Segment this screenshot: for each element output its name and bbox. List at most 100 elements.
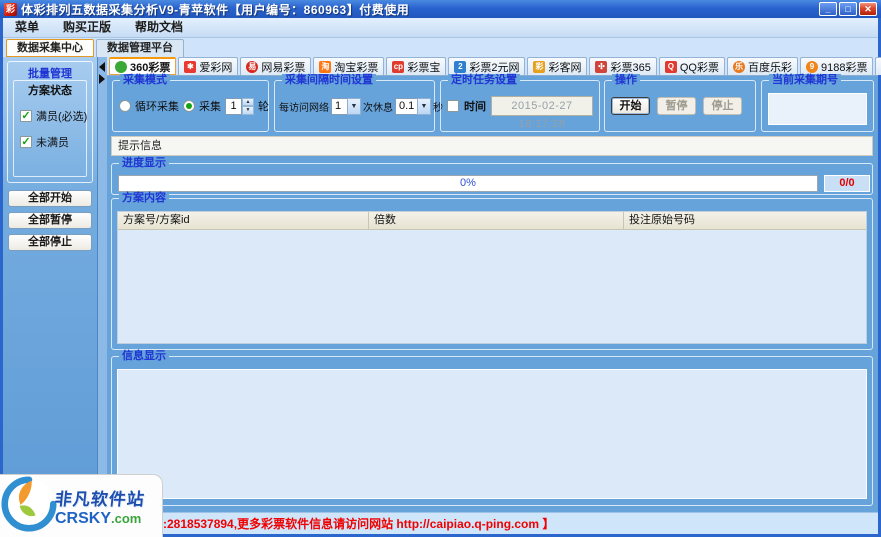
menu-item-buy[interactable]: 购买正版 [51,18,123,37]
site-tab-label: 9188彩票 [821,59,867,75]
site-tab-baidu[interactable]: 乐 百度乐彩 [727,57,798,75]
progress-bar: 0% [118,175,818,192]
site-tab-360caipiao[interactable]: 360彩票 [109,57,176,75]
site-tab-label: 彩票365 [610,59,650,75]
progress-counter: 0/0 [824,175,870,192]
site-tab-qq[interactable]: Q QQ彩票 [659,57,725,75]
start-button[interactable]: 开始 [611,97,650,115]
2yuan-lottery-icon: 2 [454,61,466,73]
timer-task-body: 时间 2015-02-27 18:17:28 [441,81,599,131]
visits-select[interactable]: 1 ▼ [331,98,361,115]
menu-bar: 菜单 购买正版 帮助文档 [3,18,878,38]
start-all-button[interactable]: 全部开始 [8,190,92,207]
datetime-field: 2015-02-27 18:17:28 [491,96,593,116]
9188-lottery-icon: 9 [806,61,818,73]
app-icon: 彩 [4,3,17,16]
aicai-icon: ✱ [184,61,196,73]
stepper-arrows[interactable]: ▲▼ [242,98,254,115]
interval-label-before: 每访问网络 [279,99,329,114]
checkbox-not-full[interactable]: ✓ 未满员 [20,134,86,150]
expand-right-icon[interactable] [99,74,105,84]
plan-status-groupbox: 方案状态 ✓ 满员(必选) ✓ 未满员 [13,80,87,177]
column-bet-numbers[interactable]: 投注原始号码 [623,212,866,229]
title-bar: 彩 体彩排列五数据采集分析V9-青苹软件【用户编号：860963】付费使用 _ … [0,0,881,18]
timer-task-group: 定时任务设置 时间 2015-02-27 18:17:28 [440,80,600,132]
site-tab-aicai[interactable]: ✱ 爱彩网 [178,57,238,75]
site-tab-taobao[interactable]: 淘 淘宝彩票 [313,57,384,75]
site-tab-caipiao365[interactable]: ✣ 彩票365 [589,57,656,75]
progress-title: 进度显示 [119,157,169,170]
column-plan-id[interactable]: 方案号/方案id [118,212,368,229]
crsky-text: 非凡软件站 CRSKY.com [55,485,145,528]
stepper-down-icon[interactable]: ▼ [242,106,254,115]
rest-select[interactable]: 0.1 ▼ [395,98,431,115]
batch-manage-groupbox: 批量管理 方案状态 ✓ 满员(必选) ✓ 未满员 [7,61,93,183]
stepper-up-icon[interactable]: ▲ [242,98,254,107]
checkbox-checked-icon[interactable]: ✓ [20,110,32,122]
rest-value: 0.1 [395,98,417,115]
site-tab-9188[interactable]: 9 9188彩票 [800,57,873,75]
interval-body: 每访问网络 1 ▼ 次休息 0.1 ▼ 秒 [275,81,434,131]
maximize-icon[interactable]: □ [839,2,857,16]
collapse-left-icon[interactable] [99,62,105,72]
prompt-info-bar: 提示信息 [111,136,873,156]
time-checkbox[interactable] [447,100,459,112]
plan-content-group: 方案内容 方案号/方案id 倍数 投注原始号码 [111,198,873,350]
radio-collect-rounds[interactable] [183,100,195,112]
rounds-stepper[interactable]: 1 ▲▼ [225,98,254,115]
site-tab-label: 网易彩票 [261,59,305,75]
crsky-site-name: 非凡软件站 [54,485,147,510]
site-tab-caike[interactable]: 彩 彩客网 [527,57,587,75]
current-issue-field [768,93,867,125]
crsky-domain-suffix: .com [111,511,141,526]
baidu-lecai-icon: 乐 [733,61,745,73]
main-tab-bar: 数据采集中心 数据管理平台 [3,38,878,57]
sidebar-batch-manage: 批量管理 方案状态 ✓ 满员(必选) ✓ 未满员 全部开始 全部暂停 全部停止 [3,57,98,512]
pause-all-button[interactable]: 全部暂停 [8,212,92,229]
visits-value: 1 [331,98,347,115]
close-icon[interactable]: ✕ [859,2,877,16]
stop-all-button[interactable]: 全部停止 [8,234,92,251]
rounds-value[interactable]: 1 [225,98,242,115]
site-tab-sogou[interactable]: 8 搜狗彩票 [875,57,881,75]
radio-label: 循环采集 [135,98,179,114]
status-bar-text: :2818537894,更多彩票软件信息请访问网站 http://caipiao… [163,513,554,535]
window-controls: _ □ ✕ [819,2,877,16]
checkbox-full-members[interactable]: ✓ 满员(必选) [20,108,86,124]
site-tab-label: QQ彩票 [680,59,719,75]
tab-data-collect-center[interactable]: 数据采集中心 [6,39,94,57]
site-tab-2yuan[interactable]: 2 彩票2元网 [448,57,525,75]
minimize-icon[interactable]: _ [819,2,837,16]
time-checkbox-label: 时间 [464,98,486,114]
info-display-title: 信息显示 [119,350,169,363]
plan-table-header: 方案号/方案id 倍数 投注原始号码 [118,212,866,230]
crsky-logo-icon [1,476,57,537]
checkbox-checked-icon[interactable]: ✓ [20,136,32,148]
site-tab-label: 淘宝彩票 [334,59,378,75]
site-tab-label: 彩客网 [548,59,581,75]
info-display-area[interactable] [117,369,867,499]
stop-button[interactable]: 停止 [703,97,742,115]
current-issue-title: 当前采集期号 [769,74,841,87]
chevron-down-icon[interactable]: ▼ [417,98,431,115]
site-tab-netease[interactable]: 易 网易彩票 [240,57,311,75]
site-tab-caipiaobao[interactable]: cp 彩票宝 [386,57,446,75]
menu-item-main[interactable]: 菜单 [3,18,51,37]
crsky-watermark: 非凡软件站 CRSKY.com [0,474,163,537]
info-display-group: 信息显示 [111,356,873,506]
caipiaobao-icon: cp [392,61,404,73]
caike-icon: 彩 [533,61,545,73]
plan-table[interactable]: 方案号/方案id 倍数 投注原始号码 [117,211,867,344]
app-window: 彩 体彩排列五数据采集分析V9-青苹软件【用户编号：860963】付费使用 _ … [0,0,881,537]
radio-loop-collect[interactable] [119,100,131,112]
menu-item-help[interactable]: 帮助文档 [123,18,195,37]
site-tab-label: 爱彩网 [199,59,232,75]
crsky-domain: CRSKY.com [55,510,145,528]
column-multiple[interactable]: 倍数 [368,212,623,229]
sidebar-splitter[interactable] [98,57,107,512]
chevron-down-icon[interactable]: ▼ [347,98,361,115]
radio-label: 采集 [199,98,221,114]
pause-button[interactable]: 暂停 [657,97,696,115]
tab-data-manage-platform[interactable]: 数据管理平台 [96,39,184,57]
rounds-unit-label: 轮 [258,98,269,114]
